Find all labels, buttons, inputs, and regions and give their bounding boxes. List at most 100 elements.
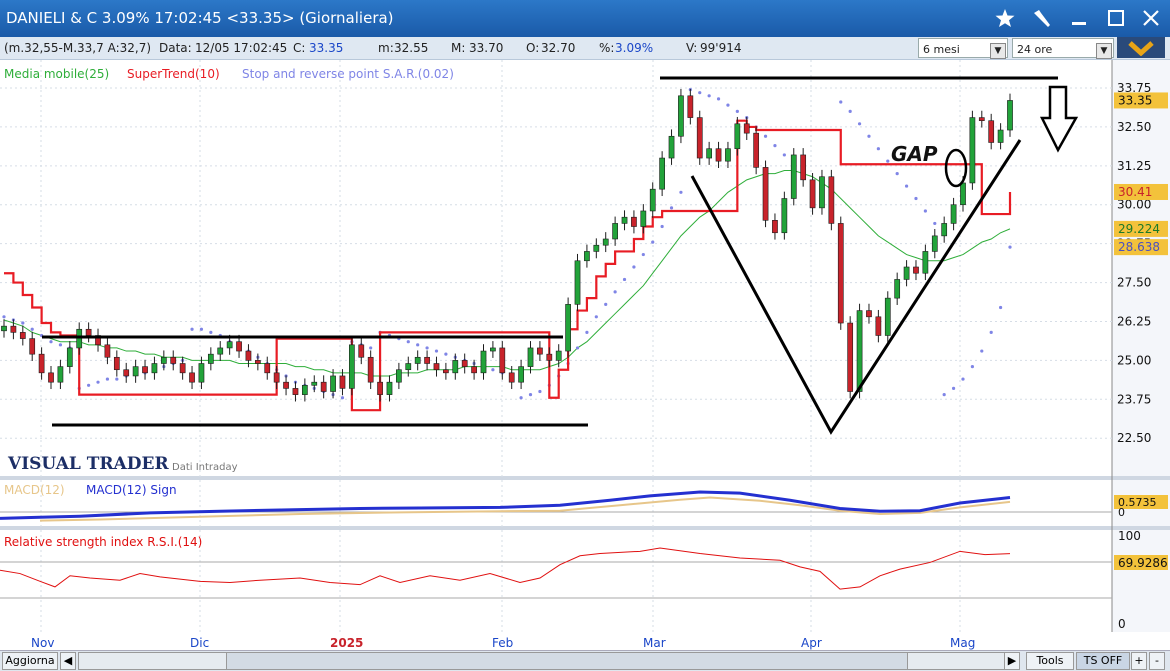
sar-dot xyxy=(698,91,702,95)
candle-body xyxy=(311,381,318,386)
max-label: M: xyxy=(451,41,466,55)
scrollbar-thumb[interactable] xyxy=(226,652,908,670)
candle-body xyxy=(66,347,73,367)
minimize-icon[interactable] xyxy=(1064,3,1094,33)
close-icon[interactable] xyxy=(1136,3,1166,33)
sar-dot xyxy=(923,209,927,213)
close-value: 33.35 xyxy=(309,41,344,55)
rsi-value-tag: 69.9286 xyxy=(1118,556,1168,570)
candle-body xyxy=(612,223,618,240)
candle-body xyxy=(687,95,694,118)
candle-body xyxy=(837,223,844,324)
sar-dot xyxy=(491,368,495,372)
watermark-sub: Dati Intraday xyxy=(172,462,238,473)
zoom-in-button[interactable]: + xyxy=(1131,652,1147,670)
collapse-toggle-icon[interactable] xyxy=(1117,37,1165,58)
candle-body xyxy=(396,369,402,383)
candle-body xyxy=(631,216,637,227)
info-bar: (m.32,55-M.33,7 A:32,7) Data: 12/05 17:0… xyxy=(0,37,1170,60)
month-label: Mag xyxy=(950,636,975,650)
candle-body xyxy=(151,363,158,374)
sar-dot xyxy=(434,349,439,353)
open-label: O: xyxy=(526,41,540,55)
period-select[interactable]: 6 mesi ▼ xyxy=(918,38,1008,59)
candle-body xyxy=(273,372,280,383)
sar-dot xyxy=(369,346,373,350)
sar-dot xyxy=(895,172,899,176)
sar-dot xyxy=(594,315,598,319)
candle-body xyxy=(931,235,938,252)
sar-dot xyxy=(613,290,617,294)
sar-dot xyxy=(679,190,683,194)
window-title: DANIELI & C 3.09% 17:02:45 <33.35> (Gior… xyxy=(6,9,394,27)
candle-body xyxy=(790,154,797,199)
candle xyxy=(781,191,788,240)
sar-dot xyxy=(904,184,909,188)
candle-body xyxy=(508,372,515,383)
scroll-left-icon[interactable]: ◀ xyxy=(60,652,76,670)
candle-body xyxy=(621,216,628,224)
sar-dot xyxy=(115,377,119,381)
maximize-icon[interactable] xyxy=(1101,3,1131,33)
month-label: Dic xyxy=(190,636,209,650)
candle-body xyxy=(913,266,919,274)
sar-dot xyxy=(622,277,627,282)
candle xyxy=(574,253,581,312)
min-value: 32.55 xyxy=(394,41,429,55)
candle-body xyxy=(762,167,769,221)
candle-body xyxy=(405,363,412,371)
pct-label: %: xyxy=(599,41,615,55)
sar-dot xyxy=(651,240,655,244)
candle-body xyxy=(565,304,571,352)
candle xyxy=(565,297,571,358)
data-value: 12/05 17:02:45 xyxy=(195,41,288,55)
candle-body xyxy=(715,148,722,162)
sar-dot xyxy=(933,221,937,226)
sar-dot xyxy=(998,305,1003,310)
zoom-out-button[interactable]: - xyxy=(1149,652,1165,670)
panel-divider xyxy=(0,526,1170,530)
tools-button[interactable]: Tools xyxy=(1026,652,1074,670)
candle-body xyxy=(132,366,139,377)
candle-body xyxy=(433,363,440,371)
candle-body xyxy=(743,123,750,134)
y-tick-label: 31.25 xyxy=(1117,159,1151,173)
candle-body xyxy=(978,117,985,121)
sar-dot xyxy=(914,196,918,201)
candle-body xyxy=(358,344,365,358)
scroll-right-icon[interactable]: ▶ xyxy=(1004,652,1020,670)
sar-dot xyxy=(2,315,6,319)
sar-dot xyxy=(782,153,786,157)
candle xyxy=(837,216,844,330)
candle-body xyxy=(527,347,534,367)
refresh-button[interactable]: Aggiorna xyxy=(2,652,58,670)
candle-body xyxy=(198,363,205,383)
candle-body xyxy=(386,381,393,395)
candle-body xyxy=(960,182,966,206)
pin-icon[interactable] xyxy=(1026,3,1056,33)
sar-dot xyxy=(707,94,711,98)
candle-body xyxy=(950,204,957,224)
candle-body xyxy=(800,154,807,181)
star-icon[interactable] xyxy=(990,3,1020,33)
sar-dot xyxy=(632,265,636,269)
price-panel xyxy=(0,60,1112,476)
candle-body xyxy=(377,381,383,395)
volume-label: V: xyxy=(686,41,698,55)
sar-dot xyxy=(199,327,204,331)
sar-dot xyxy=(575,346,580,350)
candle-body xyxy=(753,132,760,168)
close-label: C: xyxy=(293,41,306,55)
rsi-top-label: 100 xyxy=(1118,529,1141,543)
candle-body xyxy=(301,384,308,395)
dropdown-arrow-icon[interactable]: ▼ xyxy=(1096,43,1112,59)
hours-select[interactable]: 24 ore ▼ xyxy=(1012,38,1114,59)
sar-dot xyxy=(773,143,777,148)
dropdown-arrow-icon[interactable]: ▼ xyxy=(990,43,1006,59)
sar-dot xyxy=(604,302,608,306)
candle-body xyxy=(555,350,562,361)
candle-body xyxy=(546,353,553,361)
candle xyxy=(753,126,760,175)
bottom-bar: Aggiorna ◀ ▶ Tools TS OFF + - xyxy=(0,650,1170,671)
ts-toggle-button[interactable]: TS OFF xyxy=(1076,652,1130,670)
